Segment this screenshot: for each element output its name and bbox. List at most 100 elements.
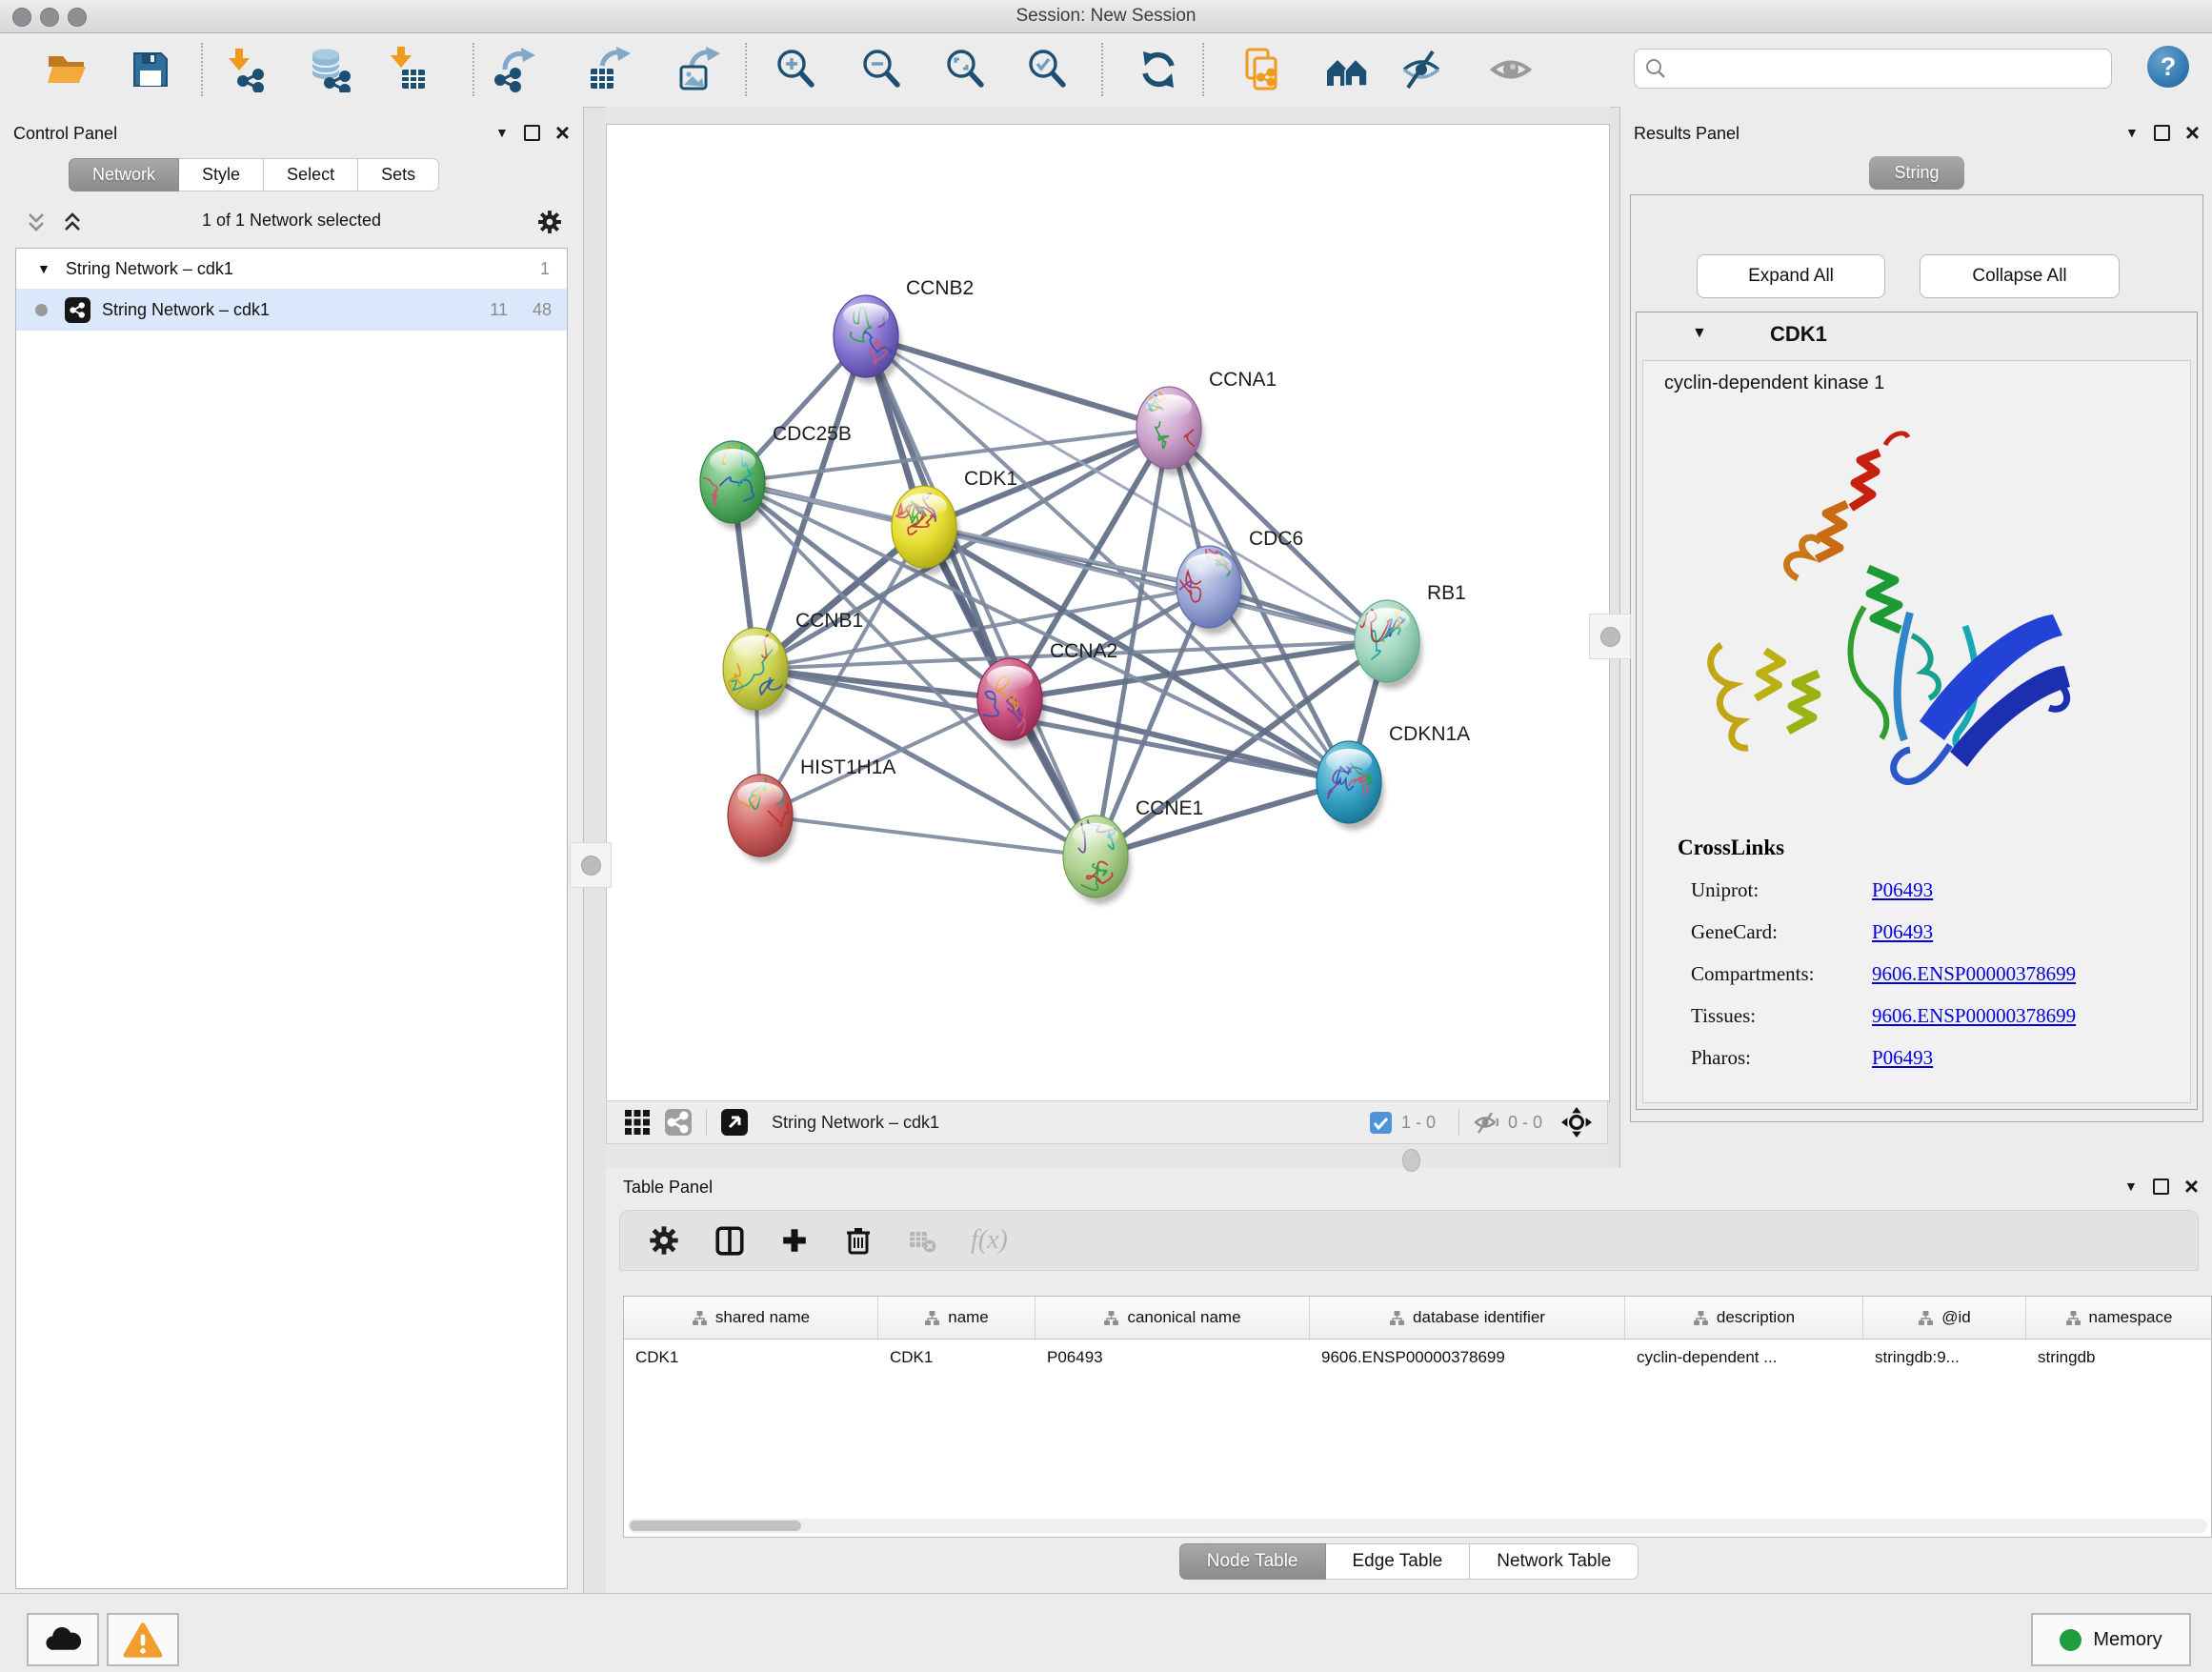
network-node-cdkn1a[interactable]: CDKN1A (1317, 723, 1470, 830)
save-session-icon[interactable] (128, 47, 173, 92)
export-network-icon[interactable] (493, 47, 539, 92)
import-network-file-icon[interactable] (223, 47, 269, 92)
zoom-out-icon[interactable] (859, 47, 905, 92)
network-edge[interactable] (760, 816, 1096, 856)
panel-collapse-icon[interactable]: ▼ (495, 125, 509, 140)
gene-section-header[interactable]: ▼ CDK1 (1637, 312, 2197, 358)
network-node-ccna1[interactable]: CCNA1 (1136, 369, 1277, 475)
network-tree: ▼ String Network – cdk1 1 String Network… (15, 248, 568, 1589)
column-header-id[interactable]: @id (1863, 1297, 2026, 1339)
first-neighbors-icon[interactable] (1324, 47, 1370, 92)
panel-float-icon[interactable] (2153, 1178, 2169, 1195)
panel-collapse-icon[interactable]: ▼ (2125, 125, 2139, 140)
export-image-icon[interactable] (676, 47, 722, 92)
show-columns-icon[interactable] (714, 1224, 746, 1257)
warnings-button[interactable] (107, 1613, 179, 1666)
column-header-namespace[interactable]: namespace (2026, 1297, 2212, 1339)
tab-network-table[interactable]: Network Table (1470, 1543, 1639, 1580)
function-builder-icon[interactable]: f(x) (971, 1225, 1008, 1256)
table-horizontal-scrollbar[interactable] (628, 1519, 2207, 1533)
cloud-button[interactable] (27, 1613, 99, 1666)
help-button[interactable]: ? (2147, 46, 2189, 88)
hidden-eye-icon[interactable] (1473, 1110, 1498, 1136)
tree-expand-icon[interactable]: ▼ (37, 261, 50, 276)
apply-layout-icon[interactable] (1136, 47, 1181, 92)
network-edge[interactable] (866, 336, 1096, 856)
tab-string[interactable]: String (1869, 156, 1963, 190)
search-input[interactable] (1675, 52, 2098, 83)
network-node-count: 11 (490, 300, 508, 320)
tab-node-table[interactable]: Node Table (1179, 1543, 1326, 1580)
section-collapse-icon[interactable]: ▼ (1692, 325, 1707, 342)
horizontal-splitter-handle[interactable] (1402, 1149, 1420, 1172)
panel-float-icon[interactable] (2154, 125, 2170, 141)
import-network-database-icon[interactable] (307, 47, 352, 92)
network-graph[interactable]: CDK1CCNB1CCNB2CCNA1CCNA2CCNE1CDC25BCDC6R… (607, 125, 1609, 1101)
network-edge[interactable] (1096, 782, 1349, 856)
node-label: RB1 (1427, 582, 1466, 604)
tab-network[interactable]: Network (69, 158, 179, 191)
network-node-ccnb2[interactable]: CCNB2 (834, 277, 974, 384)
tab-style[interactable]: Style (179, 158, 264, 191)
panel-close-icon[interactable]: × (555, 124, 570, 141)
zoom-fit-icon[interactable] (943, 47, 989, 92)
crosslink-link[interactable]: 9606.ENSP00000378699 (1872, 1004, 2076, 1028)
open-session-icon[interactable] (44, 47, 90, 92)
crosslink-label: Compartments: (1691, 962, 1872, 986)
gear-icon[interactable] (537, 210, 562, 234)
panel-collapse-icon[interactable]: ▼ (2124, 1178, 2138, 1194)
zoom-in-icon[interactable] (774, 47, 819, 92)
import-table-file-icon[interactable] (385, 47, 431, 92)
tab-edge-table[interactable]: Edge Table (1326, 1543, 1471, 1580)
delete-column-icon[interactable] (843, 1225, 874, 1256)
network-canvas[interactable]: CDK1CCNB1CCNB2CCNA1CCNA2CCNE1CDC25BCDC6R… (606, 124, 1610, 1102)
scrollbar-thumb[interactable] (630, 1521, 801, 1531)
birds-eye-view-icon[interactable] (720, 1108, 749, 1137)
column-header-name[interactable]: name (878, 1297, 1036, 1339)
network-edges (733, 336, 1387, 856)
column-header-description[interactable]: description (1625, 1297, 1863, 1339)
crosslink-link[interactable]: 9606.ENSP00000378699 (1872, 962, 2076, 986)
network-node-rb1[interactable]: RB1 (1355, 582, 1466, 689)
network-node-hist1h1a[interactable]: HIST1H1A (728, 756, 895, 863)
network-icon (65, 297, 90, 323)
table-row[interactable]: CDK1CDK1P064939606.ENSP00000378699cyclin… (624, 1340, 2211, 1378)
crosshair-icon[interactable] (1561, 1107, 1592, 1138)
grid-view-icon[interactable] (624, 1109, 651, 1136)
zoom-selected-icon[interactable] (1025, 47, 1071, 92)
expand-all-button[interactable]: Expand All (1697, 254, 1885, 298)
export-table-icon[interactable] (587, 47, 633, 92)
memory-button[interactable]: Memory (2031, 1613, 2191, 1666)
network-view-icon[interactable] (664, 1108, 693, 1137)
tab-select[interactable]: Select (264, 158, 358, 191)
column-header-database-identifier[interactable]: database identifier (1310, 1297, 1625, 1339)
add-column-icon[interactable] (780, 1226, 809, 1255)
crosslink-row: Compartments:9606.ENSP00000378699 (1691, 962, 2076, 986)
network-edge[interactable] (866, 336, 1169, 428)
crosslink-link[interactable]: P06493 (1872, 1046, 1933, 1070)
network-row-selected[interactable]: String Network – cdk1 11 48 (16, 289, 567, 331)
crosslink-link[interactable]: P06493 (1872, 878, 1933, 902)
delete-table-icon[interactable] (908, 1226, 936, 1255)
crosslink-link[interactable]: P06493 (1872, 920, 1933, 944)
right-splitter-handle[interactable] (1589, 614, 1631, 659)
show-graphics-details-icon[interactable] (1488, 47, 1534, 92)
panel-float-icon[interactable] (524, 125, 540, 141)
network-collection-row[interactable]: ▼ String Network – cdk1 1 (16, 249, 567, 289)
panel-close-icon[interactable]: × (2185, 124, 2200, 141)
gene-symbol: CDK1 (1770, 322, 1827, 347)
column-header-shared-name[interactable]: shared name (624, 1297, 878, 1339)
clone-network-view-icon[interactable] (1238, 47, 1284, 92)
table-settings-gear-icon[interactable] (649, 1225, 679, 1256)
tab-sets[interactable]: Sets (358, 158, 439, 191)
left-splitter-handle[interactable] (570, 842, 612, 888)
network-node-ccne1[interactable]: CCNE1 (1063, 797, 1203, 904)
panel-close-icon[interactable]: × (2184, 1178, 2199, 1195)
node-label: HIST1H1A (800, 756, 895, 778)
collapse-all-button[interactable]: Collapse All (1920, 254, 2120, 298)
selected-checkbox[interactable] (1370, 1112, 1392, 1134)
hide-graphics-details-icon[interactable] (1398, 47, 1444, 92)
column-header-canonical-name[interactable]: canonical name (1036, 1297, 1310, 1339)
network-edge[interactable] (866, 336, 1387, 641)
toolbar-separator (473, 43, 474, 96)
